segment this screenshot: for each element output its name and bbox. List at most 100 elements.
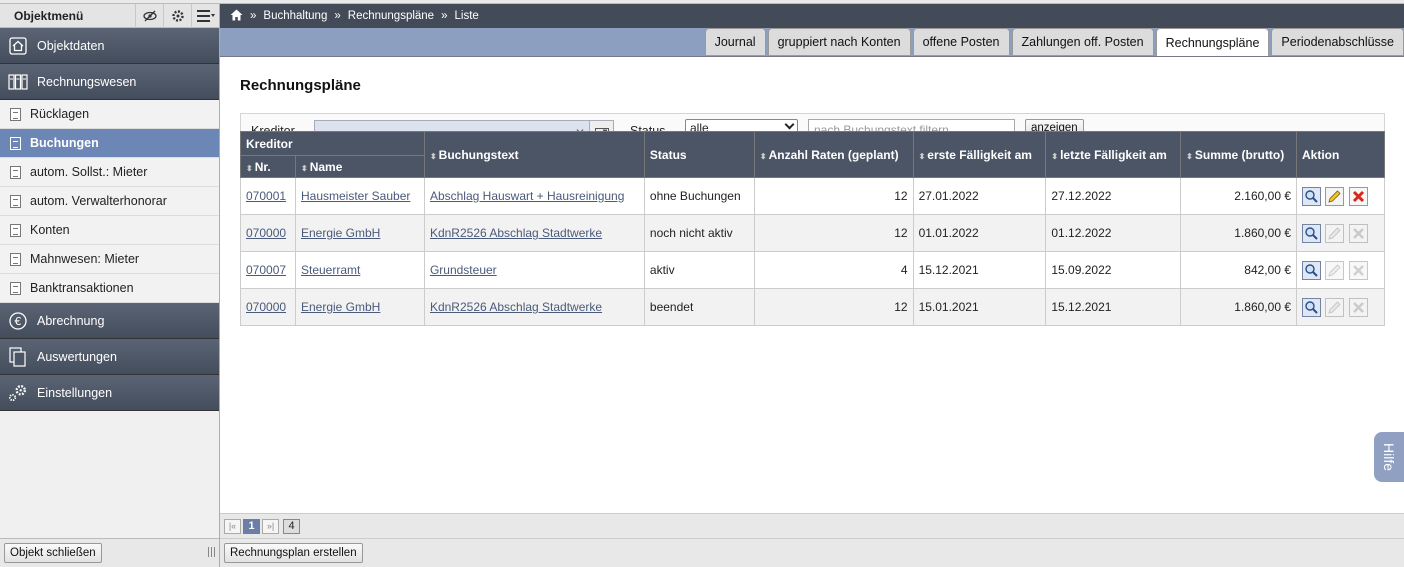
breadcrumb-item[interactable]: Rechnungspläne bbox=[348, 10, 434, 22]
column-header-buchungstext[interactable]: ⬍ Buchungstext bbox=[423, 131, 645, 178]
create-rechnungsplan-button[interactable]: Rechnungsplan erstellen bbox=[224, 543, 363, 563]
sidebar-item-autom-verwalterhonorar[interactable]: autom. Verwalterhonorar bbox=[0, 187, 219, 216]
buchungstext-link[interactable]: Abschlag Hauswart + Hausreinigung bbox=[430, 189, 624, 203]
view-magnifier-icon[interactable] bbox=[1302, 186, 1321, 206]
home-icon[interactable] bbox=[230, 9, 243, 24]
buchungstext-link[interactable]: Grundsteuer bbox=[430, 263, 497, 277]
edit-pencil-icon bbox=[1325, 260, 1345, 280]
edit-pencil-icon[interactable] bbox=[1325, 186, 1345, 206]
status-cell: ohne Buchungen bbox=[643, 177, 755, 215]
section-objektdaten[interactable]: Objektdaten bbox=[0, 28, 219, 64]
kreditor-nr-link[interactable]: 070001 bbox=[246, 189, 286, 203]
tab-bar: Journal gruppiert nach Konten offene Pos… bbox=[220, 28, 1404, 57]
tab-journal[interactable]: Journal bbox=[704, 28, 766, 55]
delete-x-icon[interactable] bbox=[1348, 186, 1368, 206]
header-label: Anzahl Raten (geplant) bbox=[768, 147, 899, 162]
main-panel: » Buchhaltung » Rechnungspläne » Liste J… bbox=[220, 4, 1404, 567]
section-auswertungen[interactable]: Auswertungen bbox=[0, 339, 219, 375]
column-header-summe[interactable]: ⬍ Summe (brutto) bbox=[1180, 131, 1297, 178]
sidebar-title: Objektmenü bbox=[14, 8, 84, 23]
kreditor-name-link[interactable]: Energie GmbH bbox=[301, 226, 380, 240]
sidebar-item-autom-sollst-mieter[interactable]: autom. Sollst.: Mieter bbox=[0, 158, 219, 187]
raten-cell: 12 bbox=[753, 177, 914, 215]
kreditor-nr-link[interactable]: 070000 bbox=[246, 300, 286, 314]
letzte-faelligkeit-cell: 01.12.2022 bbox=[1045, 214, 1182, 252]
tab-zahlungen-off-posten[interactable]: Zahlungen off. Posten bbox=[1011, 28, 1154, 55]
sidebar-item-buchungen[interactable]: Buchungen bbox=[0, 129, 219, 158]
visibility-toggle-icon[interactable] bbox=[135, 3, 163, 28]
breadcrumb-item[interactable]: Liste bbox=[455, 10, 479, 22]
help-tab[interactable]: Hilfe bbox=[1374, 432, 1404, 482]
breadcrumb: » Buchhaltung » Rechnungspläne » Liste bbox=[220, 4, 1404, 28]
sidebar-item-label: Buchungen bbox=[30, 136, 99, 150]
section-einstellungen[interactable]: Einstellungen bbox=[0, 375, 219, 411]
section-label: Einstellungen bbox=[37, 385, 113, 400]
sidebar: Objektmenü Objektdaten Rechnungswesen Rü… bbox=[0, 3, 220, 567]
status-cell: beendet bbox=[643, 288, 755, 326]
table-row: 070000 Energie GmbH KdnR2526 Abschlag St… bbox=[240, 214, 1385, 252]
table-row: 070001 Hausmeister Sauber Abschlag Hausw… bbox=[240, 177, 1385, 215]
summe-cell: 2.160,00 € bbox=[1180, 177, 1297, 215]
sidebar-item-banktransaktionen[interactable]: Banktransaktionen bbox=[0, 274, 219, 303]
erste-faelligkeit-cell: 01.01.2022 bbox=[912, 214, 1047, 252]
table-row: 070000 Energie GmbH KdnR2526 Abschlag St… bbox=[240, 288, 1385, 326]
documents-icon bbox=[8, 346, 28, 367]
first-page-icon[interactable]: |« bbox=[224, 518, 241, 534]
edit-pencil-icon bbox=[1325, 297, 1345, 317]
summe-cell: 842,00 € bbox=[1180, 251, 1297, 289]
column-header-kreditor: Kreditor bbox=[240, 131, 425, 156]
breadcrumb-separator: » bbox=[334, 10, 341, 22]
breadcrumb-item[interactable]: Buchhaltung bbox=[263, 10, 327, 22]
menu-list-icon[interactable] bbox=[191, 3, 219, 28]
view-magnifier-icon[interactable] bbox=[1302, 297, 1321, 317]
header-label: Buchungstext bbox=[438, 147, 519, 162]
close-object-button[interactable]: Objekt schließen bbox=[4, 543, 102, 563]
svg-text:€: € bbox=[15, 315, 22, 328]
view-magnifier-icon[interactable] bbox=[1302, 223, 1321, 243]
section-abrechnung[interactable]: € Abrechnung bbox=[0, 303, 219, 339]
section-rechnungswesen[interactable]: Rechnungswesen bbox=[0, 64, 219, 100]
kreditor-nr-link[interactable]: 070000 bbox=[246, 226, 286, 240]
edit-pencil-icon bbox=[1325, 223, 1345, 243]
section-label: Rechnungswesen bbox=[37, 74, 137, 89]
resize-grip-icon[interactable] bbox=[208, 547, 215, 557]
column-header-name[interactable]: ⬍ Name bbox=[294, 155, 425, 178]
column-header-letzte-faelligkeit[interactable]: ⬍ letzte Fälligkeit am bbox=[1045, 131, 1182, 178]
aktion-cell bbox=[1296, 288, 1385, 326]
column-header-erste-faelligkeit[interactable]: ⬍ erste Fälligkeit am bbox=[912, 131, 1047, 178]
document-icon bbox=[10, 252, 21, 266]
column-header-raten[interactable]: ⬍ Anzahl Raten (geplant) bbox=[753, 131, 914, 178]
erste-faelligkeit-cell: 15.12.2021 bbox=[912, 251, 1047, 289]
sidebar-item-label: Mahnwesen: Mieter bbox=[30, 252, 140, 266]
tab-gruppiert-nach-konten[interactable]: gruppiert nach Konten bbox=[767, 28, 911, 55]
sidebar-item-mahnwesen-mieter[interactable]: Mahnwesen: Mieter bbox=[0, 245, 219, 274]
tab-rechnungsplaene[interactable]: Rechnungspläne bbox=[1155, 28, 1270, 56]
sidebar-item-konten[interactable]: Konten bbox=[0, 216, 219, 245]
sidebar-header: Objektmenü bbox=[0, 3, 219, 28]
kreditor-name-link[interactable]: Steuerramt bbox=[301, 263, 360, 277]
kreditor-name-link[interactable]: Hausmeister Sauber bbox=[301, 189, 410, 203]
sidebar-footer: Objekt schließen bbox=[0, 538, 219, 567]
kreditor-nr-link[interactable]: 070007 bbox=[246, 263, 286, 277]
header-label: erste Fälligkeit am bbox=[927, 147, 1032, 162]
document-icon bbox=[10, 281, 21, 295]
view-magnifier-icon[interactable] bbox=[1302, 260, 1321, 280]
raten-cell: 12 bbox=[753, 288, 914, 326]
tab-periodenabschluesse[interactable]: Periodenabschlüsse bbox=[1271, 28, 1404, 55]
pagination: |« 1 »| 4 bbox=[220, 513, 1404, 538]
delete-x-icon bbox=[1348, 297, 1368, 317]
buchungstext-link[interactable]: KdnR2526 Abschlag Stadtwerke bbox=[430, 300, 602, 314]
kreditor-name-link[interactable]: Energie GmbH bbox=[301, 300, 380, 314]
sidebar-item-ruecklagen[interactable]: Rücklagen bbox=[0, 100, 219, 129]
raten-cell: 12 bbox=[753, 214, 914, 252]
buchungstext-link[interactable]: KdnR2526 Abschlag Stadtwerke bbox=[430, 226, 602, 240]
settings-gear-icon[interactable] bbox=[163, 3, 191, 28]
column-header-status: Status bbox=[643, 131, 755, 178]
status-cell: noch nicht aktiv bbox=[643, 214, 755, 252]
last-page-icon[interactable]: »| bbox=[262, 518, 279, 534]
tab-offene-posten[interactable]: offene Posten bbox=[912, 28, 1010, 55]
document-icon bbox=[10, 223, 21, 237]
aktion-cell bbox=[1296, 177, 1385, 215]
column-header-nr[interactable]: ⬍ Nr. bbox=[240, 155, 296, 178]
current-page-button[interactable]: 1 bbox=[243, 518, 260, 534]
